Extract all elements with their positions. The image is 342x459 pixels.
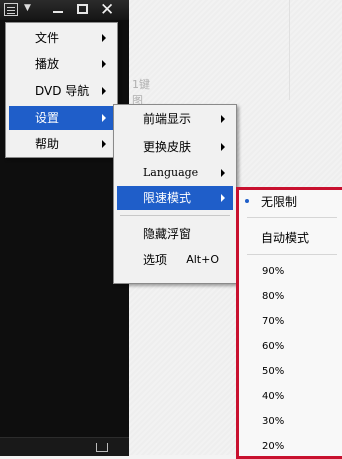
menu-item-label: 设置 (35, 111, 60, 125)
menu-icon[interactable] (4, 3, 18, 16)
divider (289, 0, 290, 100)
speed-item-unlimited[interactable]: 无限制 (239, 190, 342, 212)
menu-item-label: 播放 (35, 57, 60, 71)
close-icon[interactable]: ✕ (100, 0, 114, 20)
menu-item-label: 限速模式 (143, 191, 192, 205)
speed-item-30[interactable]: 30% (262, 416, 284, 427)
menu-item-label: 更换皮肤 (143, 140, 192, 154)
settings-submenu: 前端显示 更换皮肤 Language 限速模式 隐藏浮窗 选项 Alt+O (113, 104, 237, 284)
menu-item-options[interactable]: 选项 Alt+O (117, 248, 233, 272)
menu-item-front-display[interactable]: 前端显示 (117, 107, 233, 131)
menu-item-language[interactable]: Language (117, 161, 233, 185)
title-bar: ▼ ✕ (0, 0, 129, 20)
menu-item-label: Language (143, 166, 199, 179)
main-menu: 文件 播放 DVD 导航 设置 帮助 (5, 22, 118, 158)
speed-item-20[interactable]: 20% (262, 441, 284, 452)
menu-separator (247, 254, 337, 255)
chevron-right-icon (221, 169, 225, 177)
menu-item-label: 选项 (143, 253, 168, 267)
selected-bullet-icon (245, 199, 249, 203)
speed-item-40[interactable]: 40% (262, 391, 284, 402)
menu-item-label: 帮助 (35, 137, 60, 151)
speed-item-70[interactable]: 70% (262, 316, 284, 327)
minimize-icon[interactable] (53, 11, 63, 13)
chevron-right-icon (221, 143, 225, 151)
menu-item-label: 文件 (35, 31, 60, 45)
menu-item-settings[interactable]: 设置 (9, 106, 114, 130)
speed-item-80[interactable]: 80% (262, 291, 284, 302)
menu-item-file[interactable]: 文件 (9, 26, 114, 50)
playlist-icon[interactable] (96, 443, 108, 452)
bottom-toolbar (0, 437, 129, 456)
menu-separator (120, 215, 230, 216)
menu-item-help[interactable]: 帮助 (9, 132, 114, 156)
chevron-right-icon (221, 115, 225, 123)
chevron-right-icon (102, 114, 106, 122)
speed-item-60[interactable]: 60% (262, 341, 284, 352)
menu-item-change-skin[interactable]: 更换皮肤 (117, 135, 233, 159)
speed-limit-submenu: 无限制 自动模式 90% 80% 70% 60% 50% 40% 30% 20% (236, 187, 342, 459)
menu-item-dvd-nav[interactable]: DVD 导航 (9, 79, 114, 103)
chevron-right-icon (102, 140, 106, 148)
menu-item-speed-limit[interactable]: 限速模式 (117, 186, 233, 210)
chevron-right-icon (102, 34, 106, 42)
speed-item-50[interactable]: 50% (262, 366, 284, 377)
menu-separator (247, 217, 337, 218)
speed-item-90[interactable]: 90% (262, 266, 284, 277)
menu-item-hide-float[interactable]: 隐藏浮窗 (117, 222, 233, 246)
speed-item-auto[interactable]: 自动模式 (261, 229, 309, 246)
maximize-icon[interactable] (77, 4, 88, 14)
menu-item-label: DVD 导航 (35, 84, 90, 98)
chevron-down-icon[interactable]: ▼ (24, 3, 31, 13)
shortcut-label: Alt+O (186, 253, 219, 266)
chevron-right-icon (102, 87, 106, 95)
chevron-right-icon (102, 60, 106, 68)
menu-item-label: 隐藏浮窗 (143, 227, 192, 241)
speed-item-label: 无限制 (261, 195, 298, 209)
chevron-right-icon (221, 194, 225, 202)
menu-item-play[interactable]: 播放 (9, 52, 114, 76)
menu-item-label: 前端显示 (143, 112, 192, 126)
obscured-text-1: 1键 (132, 78, 150, 91)
